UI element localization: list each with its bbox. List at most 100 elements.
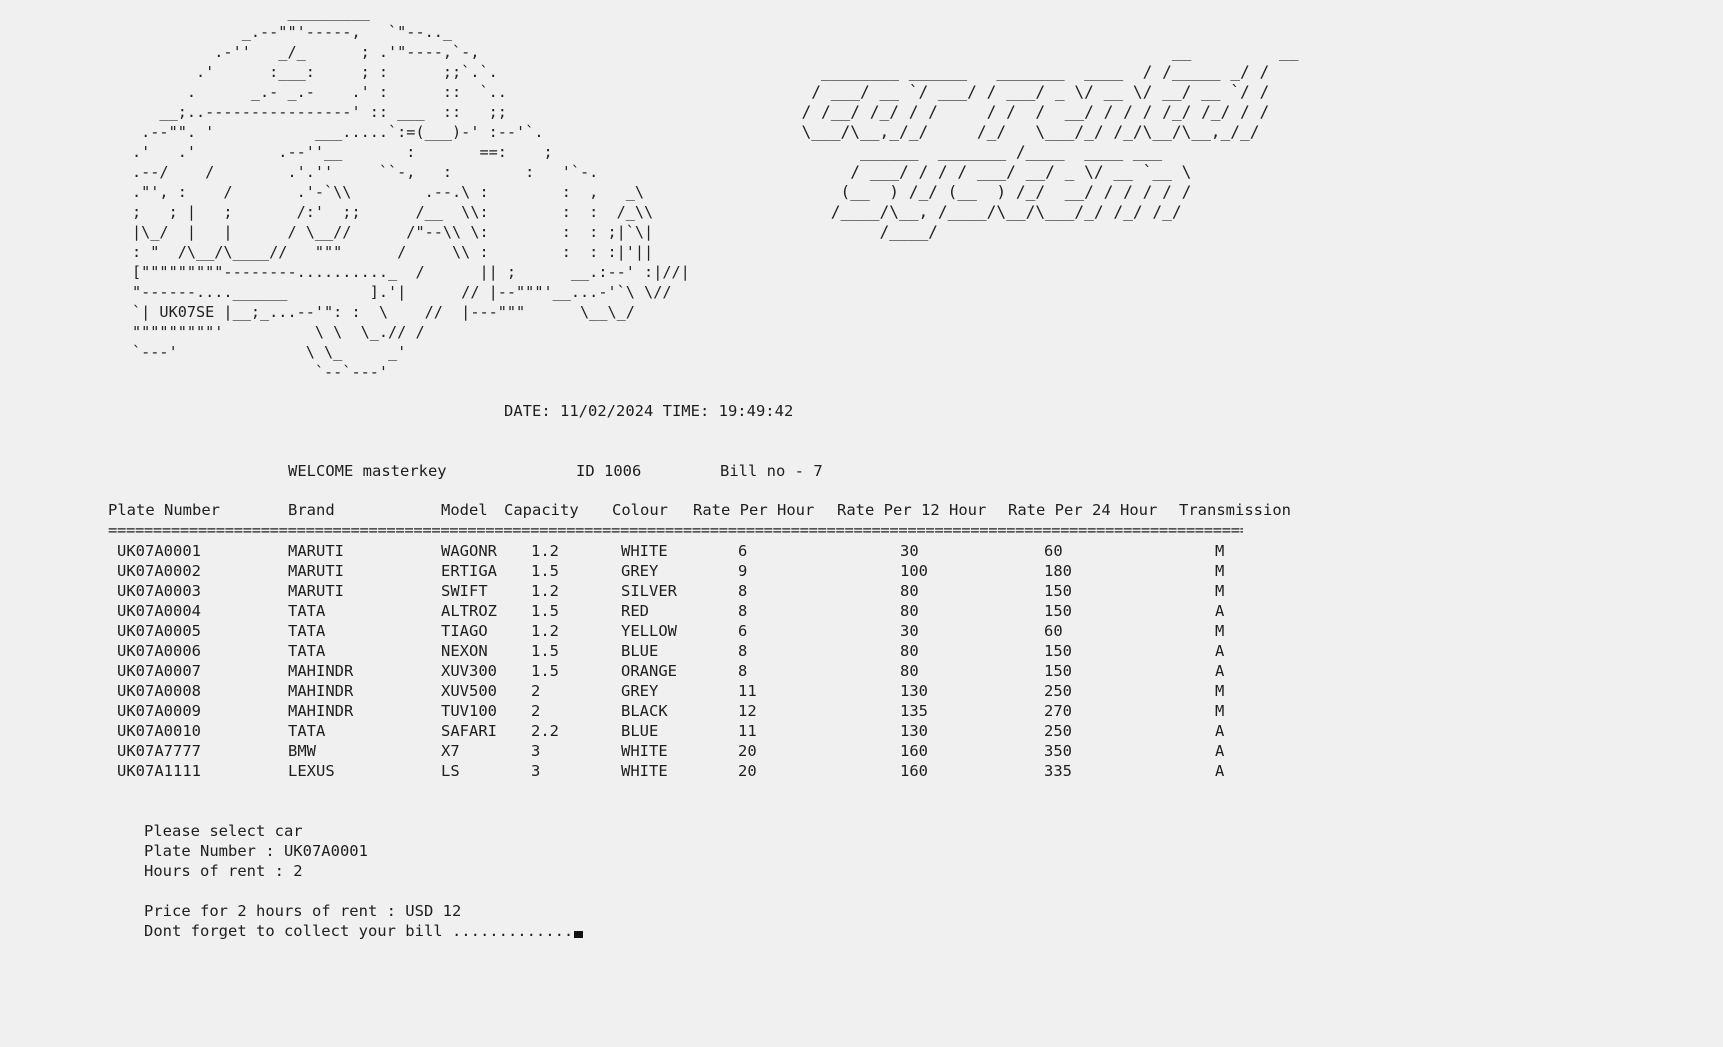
cell-transmission: M xyxy=(1215,622,1225,640)
cell-capacity: 3 xyxy=(531,762,541,780)
cell-plate-number: UK07A0003 xyxy=(117,582,201,600)
bill-number: Bill no - 7 xyxy=(720,462,823,480)
cell-rate-per-24-hour: 250 xyxy=(1044,722,1072,740)
car-rental-system-ascii-logo: __ __ ________ ______ _______ ____ / /__… xyxy=(801,42,1299,241)
cell-transmission: M xyxy=(1215,542,1225,560)
header-capacity: Capacity xyxy=(504,501,579,519)
cell-plate-number: UK07A0004 xyxy=(117,602,201,620)
cell-rate-per-12-hour: 130 xyxy=(900,722,928,740)
cell-brand: MARUTI xyxy=(288,582,344,600)
cell-rate-per-12-hour: 160 xyxy=(900,742,928,760)
cell-brand: LEXUS xyxy=(288,762,335,780)
cell-model: LS xyxy=(441,762,460,780)
bill-reminder-line: Dont forget to collect your bill .......… xyxy=(144,921,584,941)
console-window: _________ _.--""'-----, `"--.._ .-'' _/_… xyxy=(0,0,1723,1047)
bill-reminder-text: Dont forget to collect your bill .......… xyxy=(144,922,574,940)
cell-model: SWIFT xyxy=(441,582,488,600)
cell-plate-number: UK07A0002 xyxy=(117,562,201,580)
cell-brand: MAHINDR xyxy=(288,682,354,700)
cell-rate-per-24-hour: 150 xyxy=(1044,662,1072,680)
cell-colour: BLUE xyxy=(621,722,659,740)
cell-plate-number: UK07A0008 xyxy=(117,682,201,700)
cell-model: XUV500 xyxy=(441,682,497,700)
plate-number-input-line[interactable]: Plate Number : UK07A0001 xyxy=(144,841,368,861)
header-transmission: Transmission xyxy=(1179,501,1291,519)
cell-rate-per-24-hour: 150 xyxy=(1044,582,1072,600)
cell-rate-per-24-hour: 350 xyxy=(1044,742,1072,760)
cell-model: ALTROZ xyxy=(441,602,497,620)
header-colour: Colour xyxy=(612,501,668,519)
cell-rate-per-hour: 11 xyxy=(738,722,757,740)
cell-rate-per-12-hour: 30 xyxy=(900,542,919,560)
cell-plate-number: UK07A7777 xyxy=(117,742,201,760)
header-rate-per-24-hour: Rate Per 24 Hour xyxy=(1008,501,1158,519)
cell-brand: BMW xyxy=(288,742,316,760)
cell-capacity: 2 xyxy=(531,682,541,700)
cell-model: TUV100 xyxy=(441,702,497,720)
cell-transmission: A xyxy=(1215,722,1225,740)
cell-rate-per-12-hour: 80 xyxy=(900,662,919,680)
cell-model: XUV300 xyxy=(441,662,497,680)
cell-colour: WHITE xyxy=(621,742,668,760)
cell-rate-per-hour: 12 xyxy=(738,702,757,720)
cell-capacity: 1.5 xyxy=(531,642,559,660)
cell-transmission: M xyxy=(1215,702,1225,720)
header-rate-per-hour: Rate Per Hour xyxy=(693,501,815,519)
cell-capacity: 1.5 xyxy=(531,562,559,580)
cell-colour: GREY xyxy=(621,562,659,580)
cell-plate-number: UK07A1111 xyxy=(117,762,201,780)
cell-rate-per-24-hour: 60 xyxy=(1044,622,1063,640)
cell-colour: RED xyxy=(621,602,649,620)
cell-capacity: 2 xyxy=(531,702,541,720)
cell-brand: TATA xyxy=(288,602,326,620)
cell-rate-per-hour: 6 xyxy=(738,622,748,640)
cell-transmission: M xyxy=(1215,582,1225,600)
cell-model: X7 xyxy=(441,742,460,760)
cell-rate-per-24-hour: 150 xyxy=(1044,642,1072,660)
cell-transmission: M xyxy=(1215,562,1225,580)
cell-colour: SILVER xyxy=(621,582,677,600)
cell-capacity: 1.5 xyxy=(531,662,559,680)
table-separator: ========================================… xyxy=(108,521,1243,539)
cell-colour: WHITE xyxy=(621,762,668,780)
cell-brand: TATA xyxy=(288,722,326,740)
cell-rate-per-24-hour: 270 xyxy=(1044,702,1072,720)
cell-brand: TATA xyxy=(288,642,326,660)
cell-brand: MAHINDR xyxy=(288,662,354,680)
cell-rate-per-12-hour: 130 xyxy=(900,682,928,700)
cell-transmission: A xyxy=(1215,642,1225,660)
cell-colour: YELLOW xyxy=(621,622,677,640)
cell-rate-per-12-hour: 80 xyxy=(900,582,919,600)
cell-model: ERTIGA xyxy=(441,562,497,580)
cell-capacity: 1.2 xyxy=(531,622,559,640)
cell-colour: WHITE xyxy=(621,542,668,560)
header-brand: Brand xyxy=(288,501,335,519)
text-cursor xyxy=(574,931,584,938)
car-ascii-art: _________ _.--""'-----, `"--.._ .-'' _/_… xyxy=(132,3,690,381)
cell-rate-per-24-hour: 60 xyxy=(1044,542,1063,560)
cell-rate-per-hour: 8 xyxy=(738,582,748,600)
user-id: ID 1006 xyxy=(576,462,642,480)
cell-colour: ORANGE xyxy=(621,662,677,680)
cell-model: SAFARI xyxy=(441,722,497,740)
hours-of-rent-input-line[interactable]: Hours of rent : 2 xyxy=(144,861,303,881)
cell-colour: BLUE xyxy=(621,642,659,660)
cell-model: WAGONR xyxy=(441,542,497,560)
cell-rate-per-24-hour: 335 xyxy=(1044,762,1072,780)
cell-rate-per-hour: 9 xyxy=(738,562,748,580)
cell-rate-per-12-hour: 80 xyxy=(900,602,919,620)
cell-colour: GREY xyxy=(621,682,659,700)
cell-rate-per-12-hour: 160 xyxy=(900,762,928,780)
header-rate-per-12-hour: Rate Per 12 Hour xyxy=(837,501,987,519)
cell-transmission: A xyxy=(1215,742,1225,760)
cell-plate-number: UK07A0005 xyxy=(117,622,201,640)
cell-transmission: A xyxy=(1215,662,1225,680)
cell-rate-per-hour: 20 xyxy=(738,742,757,760)
cell-brand: MARUTI xyxy=(288,562,344,580)
cell-brand: MAHINDR xyxy=(288,702,354,720)
cell-rate-per-hour: 11 xyxy=(738,682,757,700)
cell-rate-per-hour: 6 xyxy=(738,542,748,560)
price-summary: Price for 2 hours of rent : USD 12 xyxy=(144,902,462,920)
cell-rate-per-hour: 20 xyxy=(738,762,757,780)
cell-rate-per-hour: 8 xyxy=(738,602,748,620)
